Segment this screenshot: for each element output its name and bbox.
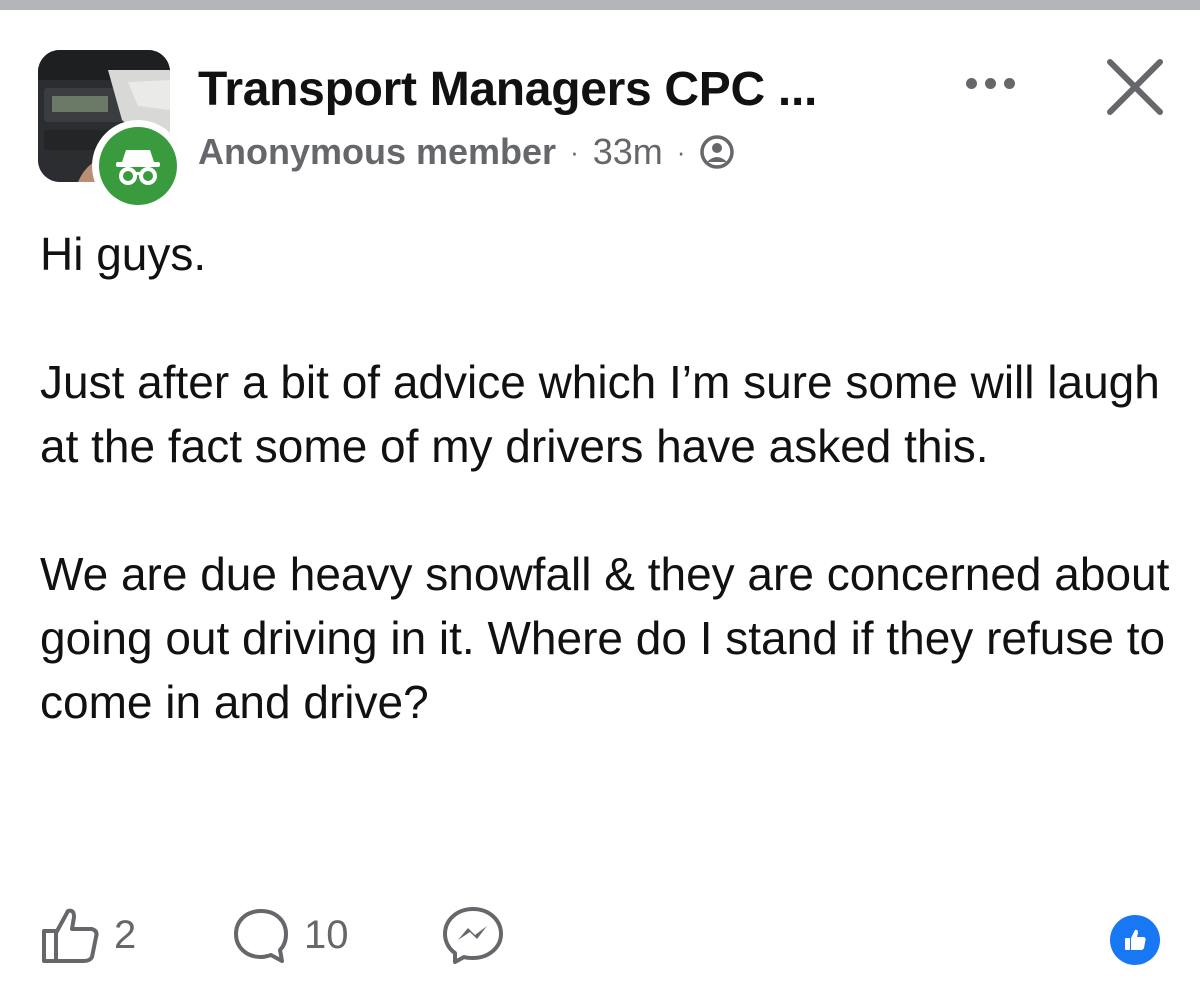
post-paragraph: We are due heavy snowfall & they are con…: [40, 548, 1170, 728]
more-options-button[interactable]: [955, 68, 1025, 98]
group-post: Transport Managers CPC ... Anonymous mem…: [0, 10, 1200, 986]
group-name[interactable]: Transport Managers CPC ...: [198, 62, 817, 117]
close-button[interactable]: [1100, 52, 1170, 122]
like-count: 2: [114, 912, 137, 957]
more-horizontal-icon: [965, 77, 977, 89]
comment-count: 10: [304, 912, 349, 957]
author-name[interactable]: Anonymous member: [198, 131, 556, 173]
members-only-icon[interactable]: [699, 134, 735, 170]
meta-separator: ·: [676, 136, 686, 167]
comment-button[interactable]: 10: [230, 905, 349, 965]
post-actions: 2 10: [40, 905, 1170, 965]
post-timestamp[interactable]: 33m: [593, 131, 663, 173]
post-text: Hi guys. Just after a bit of advice whic…: [40, 222, 1170, 734]
meta-separator: ·: [570, 136, 579, 167]
close-icon: [1107, 59, 1163, 115]
messenger-icon: [443, 907, 503, 964]
post-avatar[interactable]: [38, 50, 184, 212]
like-button[interactable]: 2: [40, 905, 136, 965]
post-paragraph: Just after a bit of advice which I’m sur…: [40, 356, 1160, 472]
post-meta: Anonymous member · 33m ·: [198, 130, 735, 174]
anonymous-badge: [92, 120, 184, 212]
like-reaction-icon: [1110, 915, 1160, 965]
send-messenger-button[interactable]: [440, 905, 506, 965]
thumbs-up-outline-icon: [42, 908, 99, 963]
anonymous-incognito-icon: [116, 150, 160, 185]
post-paragraph: Hi guys.: [40, 228, 207, 280]
comment-bubble-icon: [234, 909, 288, 963]
top-divider: [0, 0, 1200, 10]
